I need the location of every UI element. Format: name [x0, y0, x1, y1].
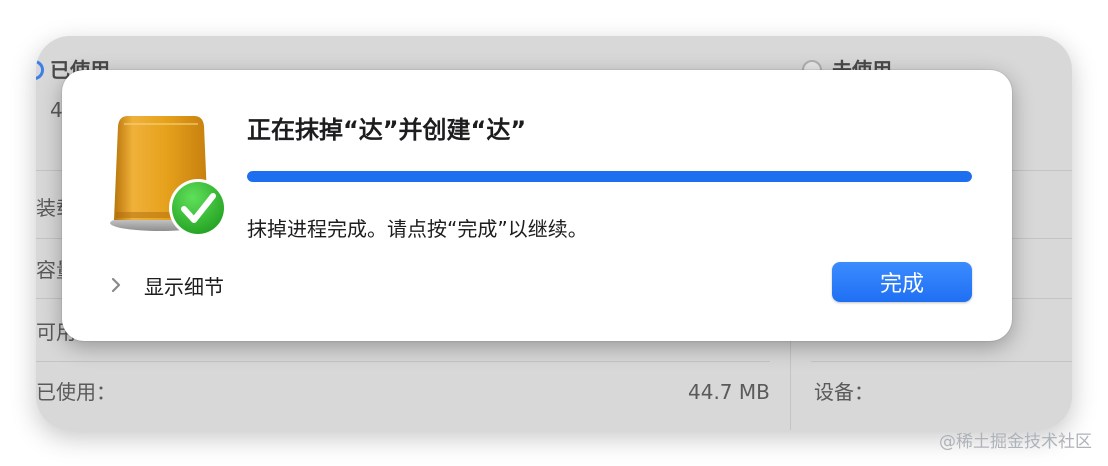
show-details-toggle[interactable]: 显示细节 — [106, 270, 224, 300]
chevron-right-icon — [111, 277, 121, 293]
column-divider — [790, 336, 791, 430]
sheet-title: 正在抹掉“达”并创建“达” — [247, 116, 527, 144]
used-value: 44.7 MB — [688, 380, 770, 404]
used-label: 已使用： — [36, 380, 116, 404]
erase-sheet: 正在抹掉“达”并创建“达” 抹掉进程完成。请点按“完成”以继续。 显示细节 完成 — [62, 70, 1012, 341]
watermark: @稀土掘金技术社区 — [939, 432, 1092, 452]
done-button[interactable]: 完成 — [832, 262, 972, 302]
status-message: 抹掉进程完成。请点按“完成”以继续。 — [247, 217, 588, 241]
used-legend-dot — [36, 60, 44, 80]
checkmark-badge-icon — [169, 179, 227, 237]
row-divider — [36, 361, 770, 362]
progress-bar — [247, 171, 972, 182]
show-details-label: 显示细节 — [144, 274, 224, 299]
used-legend-value: 4 — [50, 98, 63, 122]
progress-fill — [247, 171, 972, 182]
device-label: 设备： — [814, 380, 874, 404]
row-divider — [811, 361, 1072, 362]
screen: 已使用 4 未使用 装载 容量 可用 已使用： 44.7 MB 设备： — [0, 0, 1108, 466]
